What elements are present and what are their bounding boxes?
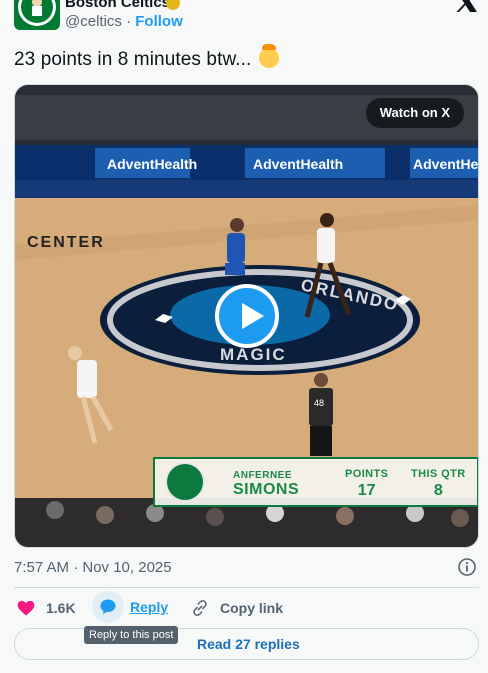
court-text-magic: MAGIC	[220, 345, 287, 364]
play-icon[interactable]	[215, 284, 279, 348]
referee-number: 48	[314, 398, 324, 408]
reply-icon-button[interactable]	[92, 591, 124, 623]
x-logo-icon[interactable]	[455, 0, 479, 12]
verified-badge-icon	[166, 0, 180, 10]
celtics-logo-icon	[165, 462, 205, 502]
arena-sign-2: AdventHealth	[253, 156, 343, 172]
follow-button[interactable]: Follow	[135, 13, 183, 30]
player-first-name: ANFERNEE	[233, 470, 293, 481]
arena-sign-3: AdventHealth	[413, 156, 479, 172]
player-last-name: SIMONS	[233, 481, 300, 498]
reply-tooltip: Reply to this post	[84, 626, 179, 644]
speech-bubble-icon	[100, 599, 116, 615]
tweet-embed: Boston Celtics @celtics · Follow 23 poin…	[0, 0, 488, 673]
video-media[interactable]: AdventHealth AdventHealth AdventHealth C…	[14, 84, 479, 548]
exploding-head-emoji-icon	[258, 44, 279, 68]
post-timestamp[interactable]: 7:57 AM · Nov 10, 2025	[14, 559, 172, 576]
tweet-body: 23 points in 8 minutes btw...	[14, 49, 252, 70]
points-label: POINTS	[345, 468, 389, 480]
quarter-stat: THIS QTR 8	[411, 468, 466, 500]
points-value: 17	[357, 482, 376, 499]
account-avatar[interactable]	[14, 0, 60, 30]
copy-link-label: Copy link	[220, 600, 284, 616]
link-icon	[193, 600, 207, 616]
like-button[interactable]: 1.6K	[16, 598, 76, 618]
copy-link-button[interactable]: Copy link	[190, 598, 283, 618]
handle-row: @celtics · Follow	[65, 13, 183, 30]
read-replies-label: Read 27 replies	[197, 636, 300, 652]
points-stat: POINTS 17	[345, 468, 388, 500]
quarter-label: THIS QTR	[411, 468, 466, 480]
like-count: 1.6K	[46, 600, 76, 616]
quarter-value: 8	[433, 482, 443, 499]
handle-separator: ·	[121, 13, 136, 30]
arena-sign-1: AdventHealth	[107, 156, 197, 172]
account-handle[interactable]: @celtics	[65, 13, 122, 30]
court-sponsor-text: CENTER	[27, 234, 105, 251]
player-stat-overlay: ANFERNEE SIMONS POINTS 17 THIS QTR 8	[153, 457, 478, 507]
account-name[interactable]: Boston Celtics	[65, 0, 170, 11]
tweet-text: 23 points in 8 minutes btw...	[14, 44, 279, 71]
watch-on-x-button[interactable]: Watch on X	[365, 98, 464, 128]
heart-icon	[17, 600, 35, 616]
reply-button[interactable]: Reply	[130, 599, 168, 615]
info-icon[interactable]	[458, 558, 476, 576]
divider	[14, 587, 479, 588]
